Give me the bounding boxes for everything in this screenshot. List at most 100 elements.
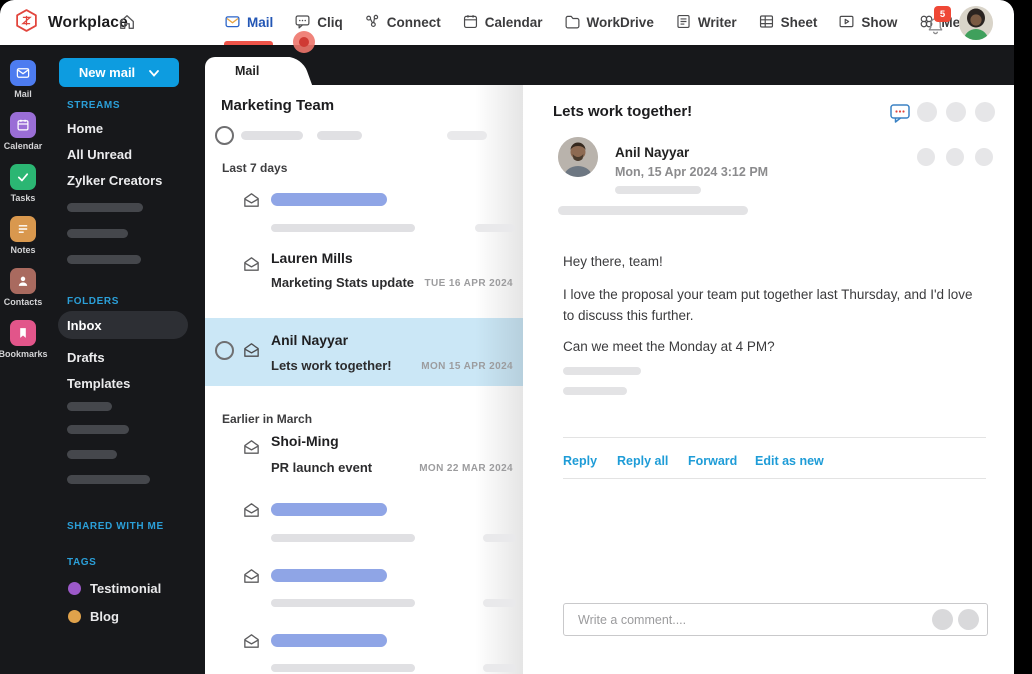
notifications-button[interactable]: 5 [926,6,952,38]
tag-testimonial[interactable]: Testimonial [68,581,161,596]
sidebar-item-all-unread[interactable]: All Unread [67,147,132,162]
reply-all-link[interactable]: Reply all [617,454,668,468]
brand[interactable]: Workplace [14,0,128,45]
calendar-app-icon [9,112,36,138]
placeholder-bar [271,634,387,647]
email-body-paragraph: I love the proposal your team put togeth… [563,287,973,323]
placeholder-bar [271,224,415,232]
notes-app-icon [10,216,36,242]
nav-workdrive[interactable]: WorkDrive [564,0,654,45]
comment-input[interactable] [564,604,987,635]
user-avatar[interactable] [959,6,993,40]
sidebar-item-home[interactable]: Home [67,121,103,136]
comment-action-button[interactable] [932,609,953,630]
tag-blog[interactable]: Blog [68,609,119,624]
email-body-paragraph: Hey there, team! [563,254,663,269]
select-all-checkbox[interactable] [215,126,234,145]
nav-connect[interactable]: Connect [364,0,441,45]
connect-icon [364,13,381,33]
rail-item-tasks[interactable]: Tasks [10,164,36,203]
app-nav: Mail Cliq Connect Calendar WorkDrive Wri… [224,0,992,45]
placeholder-bar [558,206,748,215]
home-icon[interactable] [118,13,136,36]
mail-sender: Anil Nayyar [271,332,349,348]
toolbar-action-button[interactable] [917,102,937,122]
active-tab-underline [224,41,274,45]
sidebar-item-inbox[interactable]: Inbox [58,311,188,339]
envelope-icon [242,567,261,586]
nav-calendar[interactable]: Calendar [462,0,543,45]
placeholder-bar [271,664,415,672]
cliq-icon [294,13,311,33]
placeholder-bar [563,387,627,395]
header-action-button[interactable] [975,148,993,166]
placeholder-bar [271,599,415,607]
nav-show[interactable]: Show [838,0,897,45]
forward-link[interactable]: Forward [688,454,737,468]
sidebar-item-templates[interactable]: Templates [67,376,130,391]
rail-label: Contacts [3,297,43,307]
contacts-app-icon [9,268,36,294]
rail-item-contacts[interactable]: Contacts [3,268,43,307]
sheet-icon [758,13,775,33]
app-window: Workplace Mail Cliq Connect Calendar Wor… [0,0,1014,674]
header-action-button[interactable] [946,148,964,166]
nav-label: Cliq [317,15,343,30]
envelope-icon [242,191,261,210]
chevron-down-icon [149,65,160,80]
sidebar-item-drafts[interactable]: Drafts [67,350,105,365]
comment-bubble-icon[interactable] [889,102,911,129]
reply-link[interactable]: Reply [563,454,597,468]
envelope-icon [242,438,261,457]
rail-label: Tasks [10,193,36,203]
writer-icon [675,13,692,33]
placeholder-bar [271,193,387,206]
comment-action-button[interactable] [958,609,979,630]
mail-item-anil-nayyar-selected[interactable]: Anil Nayyar Lets work together! MON 15 A… [205,318,523,386]
placeholder-bar [271,569,387,582]
email-subject: Lets work together! [553,103,693,120]
streams-section-label: STREAMS [67,100,121,111]
placeholder-bar [271,534,415,542]
placeholder-bar [483,599,516,607]
placeholder-bar [271,503,387,516]
rail-item-calendar[interactable]: Calendar [4,112,42,151]
placeholder-bar [67,203,143,212]
new-mail-button[interactable]: New mail [59,58,179,87]
rail-item-notes[interactable]: Notes [10,216,36,255]
divider [563,437,986,438]
sender-name: Anil Nayyar [615,145,690,160]
rail-item-mail[interactable]: Mail [10,60,36,99]
topbar: Workplace Mail Cliq Connect Calendar Wor… [0,0,1014,53]
nav-mail[interactable]: Mail [224,0,274,45]
new-mail-label: New mail [78,65,136,80]
toolbar-action-button[interactable] [975,102,995,122]
bookmarks-app-icon [10,320,36,346]
header-action-button[interactable] [917,148,935,166]
toolbar-action-button[interactable] [946,102,966,122]
nav-label: Mail [247,15,274,30]
envelope-icon [242,632,261,651]
workdrive-icon [564,13,581,33]
email-datetime: Mon, 15 Apr 2024 3:12 PM [615,165,769,179]
nav-writer[interactable]: Writer [675,0,737,45]
tab-mail[interactable]: Mail [205,57,291,85]
rail-item-bookmarks[interactable]: Bookmarks [0,320,48,359]
brand-name: Workplace [48,13,128,31]
edit-as-new-link[interactable]: Edit as new [755,454,824,468]
tag-color-dot [68,610,81,623]
rail-label: Bookmarks [0,349,48,359]
content-card: Marketing Team Last 7 days Lauren Mills [205,85,1014,674]
placeholder-bar [241,131,303,140]
placeholder-bar [67,255,141,264]
select-checkbox[interactable] [215,341,234,360]
rail-label: Mail [14,89,32,99]
nav-sheet[interactable]: Sheet [758,0,817,45]
placeholder-bar [317,131,362,140]
group-label-earlier-in-march: Earlier in March [222,412,313,426]
nav-label: Calendar [484,15,543,30]
app-rail: Mail Calendar Tasks Notes Contacts Bookm… [0,45,48,674]
nav-label: Writer [697,15,737,30]
shared-section-label: SHARED WITH ME [67,521,164,532]
sidebar-item-zylker-creators[interactable]: Zylker Creators [67,173,162,188]
